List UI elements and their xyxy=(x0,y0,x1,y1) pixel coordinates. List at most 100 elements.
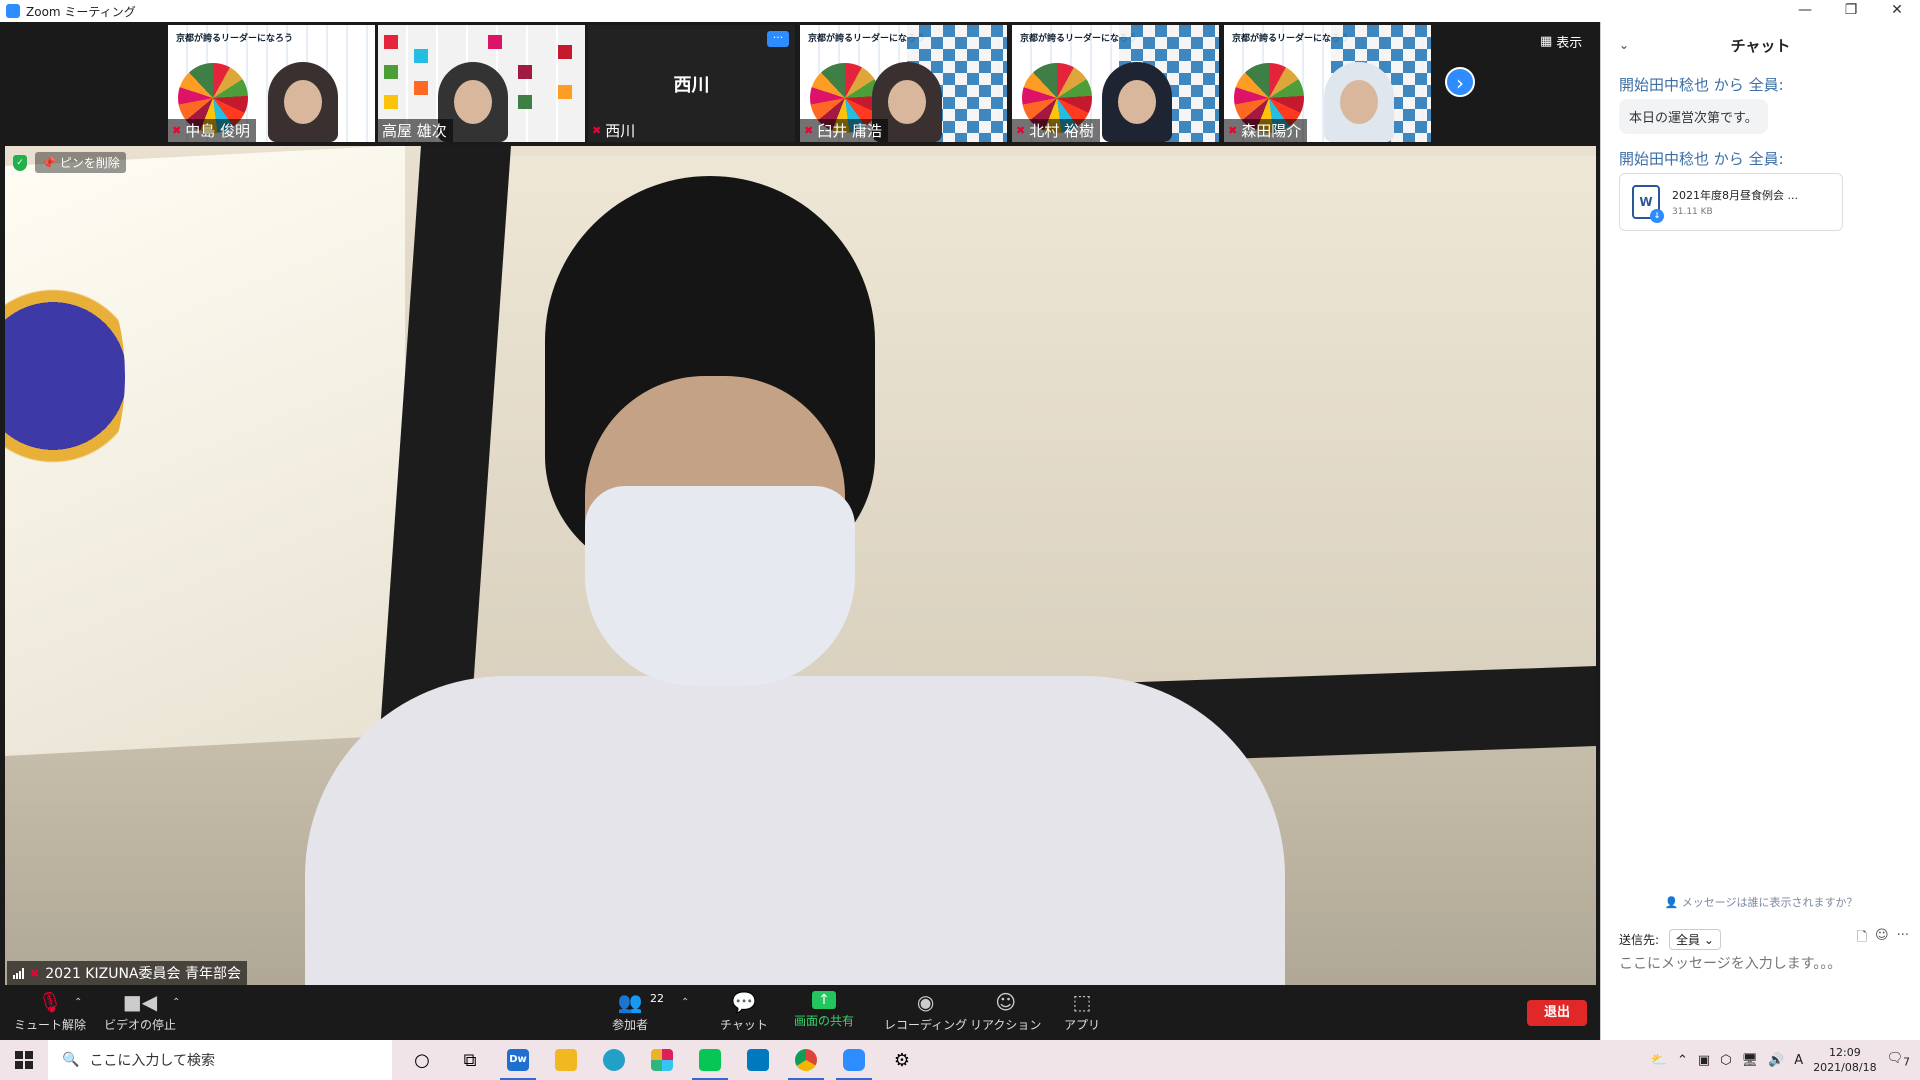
tray-app-icon[interactable]: ▣ xyxy=(1698,1053,1710,1068)
who-can-see-link[interactable]: 👤 メッセージは誰に表示されますか？ xyxy=(1601,894,1920,910)
video-options-chevron-icon[interactable]: ⌃ xyxy=(172,997,180,1008)
reactions-button[interactable]: ☺ リアクション xyxy=(970,991,1041,1033)
zoom-icon xyxy=(843,1049,865,1071)
video-camera-icon: ■◀ xyxy=(122,990,158,1014)
share-screen-button[interactable]: ↑ 画面の共有 xyxy=(794,991,854,1029)
chevron-down-icon: ⌄ xyxy=(1703,932,1714,947)
participant-tile[interactable]: 京都が誇るリーダーになろう ✖ 臼井 庸浩 xyxy=(800,25,1007,142)
share-label: 画面の共有 xyxy=(794,1014,855,1028)
taskbar-search[interactable]: 🔍 ここに入力して検索 xyxy=(48,1040,392,1080)
signal-strength-icon xyxy=(13,967,24,979)
notification-icon[interactable]: 🗨7 xyxy=(1887,1051,1910,1069)
search-placeholder: ここに入力して検索 xyxy=(89,1053,216,1069)
audio-options-chevron-icon[interactable]: ⌃ xyxy=(74,997,82,1008)
start-button[interactable] xyxy=(0,1040,48,1080)
participants-count: 22 xyxy=(650,992,664,1005)
file-attachment[interactable]: W ↓ 2021年度8月昼食例会 ... 31.11 KB xyxy=(1619,173,1843,231)
unpin-label: ピンを削除 xyxy=(59,156,120,170)
message-recipient[interactable]: 全員 xyxy=(1749,150,1779,168)
chat-button[interactable]: 💬 チャット xyxy=(720,991,768,1033)
file-explorer-app[interactable] xyxy=(542,1040,590,1080)
chat-tools: 🗋 ☺ ··· xyxy=(1857,928,1909,950)
unpin-button[interactable]: 📌 ピンを削除 xyxy=(35,152,126,173)
more-options-button[interactable]: ··· xyxy=(767,31,789,47)
dreamweaver-app[interactable]: Dw xyxy=(494,1040,542,1080)
gear-icon: ⚙ xyxy=(893,1049,911,1071)
mic-muted-icon: ✖ xyxy=(1228,124,1238,137)
next-page-button[interactable]: › xyxy=(1445,67,1475,97)
participants-label: 参加者 xyxy=(612,1018,649,1032)
chevron-up-icon[interactable]: ⌃ xyxy=(1677,1053,1688,1068)
file-icon[interactable]: 🗋 xyxy=(1857,928,1867,950)
pin-controls: ✓ 📌 ピンを削除 xyxy=(13,152,126,173)
message-sender[interactable]: 田中稔也 xyxy=(1649,76,1709,94)
message-colon: : xyxy=(1778,150,1784,168)
main-video[interactable]: ✓ 📌 ピンを削除 ✖ 2021 KIZUNA委員会 青年部会 xyxy=(5,146,1596,985)
trello-app[interactable] xyxy=(734,1040,782,1080)
word-document-icon: W ↓ xyxy=(1632,185,1664,223)
participant-tile[interactable]: 京都が誇るリーダーになろう ✖ 中島 俊明 xyxy=(168,25,375,142)
line-icon xyxy=(699,1049,721,1071)
cortana-icon[interactable]: ○ xyxy=(398,1040,446,1080)
stop-video-button[interactable]: ■◀ ビデオの停止 xyxy=(104,991,176,1033)
mic-muted-icon: ✖ xyxy=(1016,124,1026,137)
chat-title: チャット xyxy=(1730,36,1791,55)
message-colon: : xyxy=(1778,76,1784,94)
window-title: Zoom ミーティング xyxy=(26,4,136,19)
settings-app[interactable]: ⚙ xyxy=(878,1040,926,1080)
participant-tile[interactable]: 高屋 雄次 xyxy=(378,25,585,142)
microphone-muted-icon: 🎙 xyxy=(37,990,63,1014)
notification-count: 7 xyxy=(1903,1055,1910,1069)
who-sees-label: メッセージは誰に表示されますか？ xyxy=(1681,896,1858,909)
leave-button[interactable]: 退出 xyxy=(1527,1000,1587,1026)
line-app[interactable] xyxy=(686,1040,734,1080)
participant-name: 中島 俊明 xyxy=(185,122,250,140)
edge-app[interactable] xyxy=(590,1040,638,1080)
message-header: 開始田中稔也 から 全員: xyxy=(1619,148,1902,169)
apps-button[interactable]: ⬚ アプリ xyxy=(1064,991,1100,1033)
participant-name: 西川 xyxy=(605,122,636,140)
ime-indicator[interactable]: A xyxy=(1794,1053,1803,1068)
message-sender[interactable]: 田中稔也 xyxy=(1649,150,1709,168)
participant-namebar: ✖ 北村 裕樹 xyxy=(1012,119,1100,142)
task-view-icon[interactable]: ⧉ xyxy=(446,1040,494,1080)
collapse-chevron-icon[interactable]: ⌄ xyxy=(1619,38,1629,52)
word-icon-letter: W xyxy=(1639,195,1653,209)
record-button[interactable]: ◉ レコーディング xyxy=(884,991,967,1033)
close-button[interactable]: ✕ xyxy=(1874,0,1920,22)
volume-icon[interactable]: 🔊 xyxy=(1768,1053,1784,1068)
participants-chevron-icon[interactable]: ⌃ xyxy=(681,997,689,1008)
chrome-icon xyxy=(795,1049,817,1071)
taskbar-apps: ○ ⧉ Dw ⚙ xyxy=(398,1040,926,1080)
chrome-app[interactable] xyxy=(782,1040,830,1080)
slack-icon xyxy=(651,1049,673,1071)
weather-icon[interactable]: ⛅ xyxy=(1651,1053,1667,1068)
speaker-shirt xyxy=(305,676,1285,985)
participants-button[interactable]: 👥 参加者 xyxy=(612,991,648,1033)
mic-muted-icon: ✖ xyxy=(592,124,602,137)
network-icon[interactable]: 🖥 xyxy=(1742,1053,1759,1068)
video-background xyxy=(5,146,1596,985)
chat-message-input[interactable] xyxy=(1619,956,1909,972)
restore-button[interactable]: ❐ xyxy=(1828,0,1874,22)
speaker-namebar: ✖ 2021 KIZUNA委員会 青年部会 xyxy=(7,961,247,985)
message-recipient[interactable]: 全員 xyxy=(1749,76,1779,94)
slack-app[interactable] xyxy=(638,1040,686,1080)
view-button[interactable]: ▦ 表示 xyxy=(1540,32,1582,51)
clock[interactable]: 12:09 2021/08/18 xyxy=(1813,1045,1876,1075)
record-label: レコーディング xyxy=(884,1018,968,1032)
apps-icon: ⬚ xyxy=(1072,990,1092,1014)
more-icon[interactable]: ··· xyxy=(1897,928,1909,950)
poster-title: 京都が誇るリーダーになろう xyxy=(176,34,294,44)
emoji-icon[interactable]: ☺ xyxy=(1875,928,1889,950)
dropbox-icon[interactable]: ⬡ xyxy=(1720,1053,1731,1068)
meeting-area: 京都が誇るリーダーになろう ✖ 中島 俊明 高屋 雄次 西川 ··· ✖ 西川 … xyxy=(0,22,1600,1040)
minimize-button[interactable]: — xyxy=(1782,0,1828,22)
recipient-select[interactable]: 全員 ⌄ xyxy=(1669,928,1721,950)
participant-tile[interactable]: 京都が誇るリーダーになろう ✖ 北村 裕樹 xyxy=(1012,25,1219,142)
participant-tile[interactable]: 西川 ··· ✖ 西川 xyxy=(588,25,795,142)
recipient-value: 全員 xyxy=(1676,932,1701,947)
apps-label: アプリ xyxy=(1064,1018,1101,1032)
zoom-app[interactable] xyxy=(830,1040,878,1080)
participant-tile[interactable]: 京都が誇るリーダーになろう ✖ 森田陽介 xyxy=(1224,25,1431,142)
